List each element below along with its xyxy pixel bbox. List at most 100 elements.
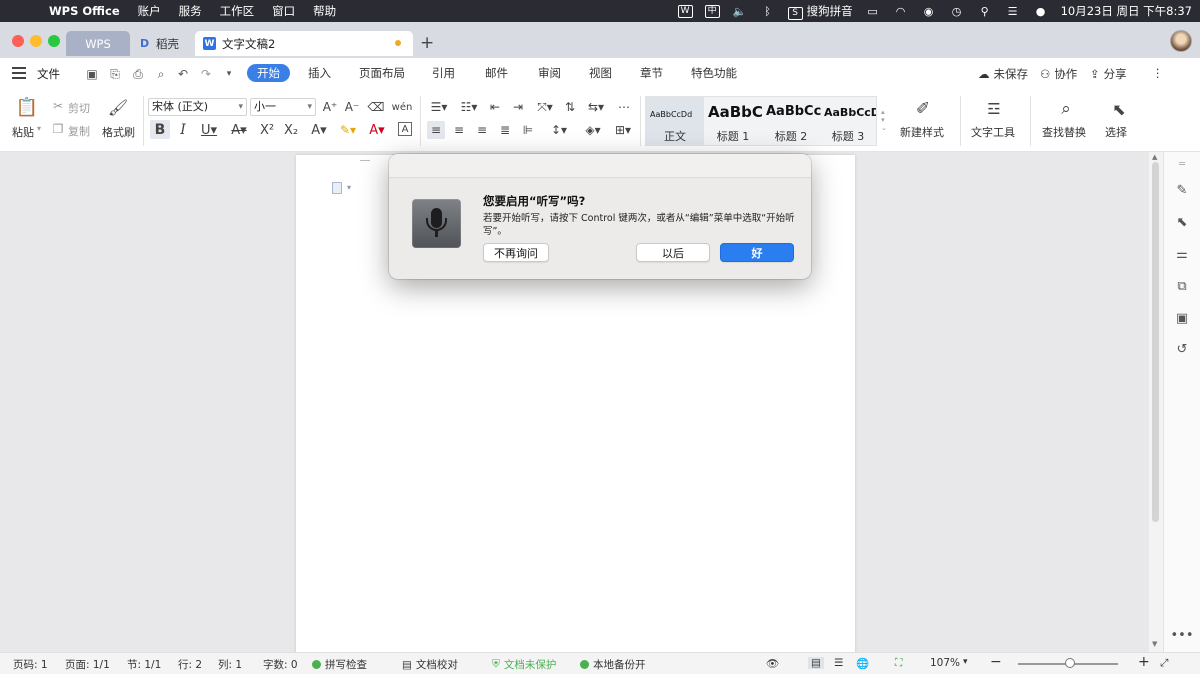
highlight-icon[interactable]: ✎▾ — [337, 121, 359, 139]
paragraph-marker-icon[interactable] — [332, 182, 342, 194]
text-tools-icon[interactable]: ☲ — [983, 98, 1005, 120]
siri-icon[interactable]: ● — [1033, 5, 1049, 18]
borders-icon[interactable]: ⊞▾ — [612, 121, 634, 139]
status-word-count[interactable]: 字数: 0 — [263, 657, 298, 672]
style-heading-1[interactable]: AaBbC 标题 1 — [704, 97, 763, 145]
collaborate-button[interactable]: ⚇ 协作 — [1040, 66, 1077, 82]
styles-scroll-icon[interactable]: ▴ ▾ ⌄ — [879, 96, 889, 144]
spell-check-toggle[interactable]: 拼写检查 — [312, 657, 367, 672]
char-border-icon[interactable]: A — [398, 122, 412, 136]
text-tools-button[interactable]: 文字工具 — [971, 124, 1015, 140]
sort-icon[interactable]: ⇅ — [562, 98, 578, 116]
style-normal[interactable]: AaBbCcDd 正文 — [646, 97, 704, 145]
cursor-select-icon[interactable]: ⬉ — [1173, 213, 1191, 231]
find-replace-icon[interactable]: ⌕ — [1055, 98, 1077, 120]
scroll-up-icon[interactable]: ▲ — [1152, 153, 1157, 161]
minimize-window-button[interactable] — [30, 35, 42, 47]
edit-pen-icon[interactable]: ✎ — [1173, 181, 1191, 199]
print-preview-icon[interactable]: ⌕ — [153, 66, 169, 82]
text-effect-icon[interactable]: A▾ — [308, 121, 330, 139]
decrease-font-icon[interactable]: A⁻ — [344, 98, 360, 116]
menu-app-name[interactable]: WPS Office — [40, 4, 129, 18]
outline-view-icon[interactable]: ☰ — [834, 657, 843, 669]
image-settings-icon[interactable]: ▣ — [1173, 309, 1191, 327]
tab-wps-home[interactable]: WPS — [66, 31, 130, 56]
line-spacing-icon[interactable]: ↕▾ — [548, 121, 570, 139]
clear-format-icon[interactable]: ⌫ — [368, 98, 385, 116]
time-machine-icon[interactable]: ◷ — [949, 5, 965, 18]
zoom-slider-handle[interactable] — [1065, 658, 1075, 668]
scroll-down-icon[interactable]: ▼ — [1152, 640, 1157, 648]
history-icon[interactable]: ↺ — [1173, 340, 1191, 358]
control-center-icon[interactable]: ☰ — [1005, 5, 1021, 18]
paragraph-direction-icon[interactable]: ⇆▾ — [585, 98, 607, 116]
datetime[interactable]: 10月23日 周日 下午8:37 — [1061, 3, 1192, 19]
zoom-out-icon[interactable]: − — [990, 654, 1002, 670]
phonetic-guide-icon[interactable]: wén — [390, 98, 414, 116]
superscript-icon[interactable]: X² — [258, 121, 276, 139]
justify-icon[interactable]: ≣ — [497, 121, 513, 139]
hamburger-menu-icon[interactable] — [12, 67, 26, 79]
copy-icon[interactable]: ❐ — [51, 122, 65, 136]
increase-indent-icon[interactable]: ⇥ — [510, 98, 526, 116]
user-icon[interactable]: ◉ — [921, 5, 937, 18]
menu-help[interactable]: 帮助 — [304, 3, 345, 19]
font-name-select[interactable]: 宋体 (正文) — [148, 98, 247, 116]
copy-button[interactable]: 复制 — [68, 123, 90, 139]
tab-document[interactable]: W 文字文稿2 — [195, 31, 413, 56]
fit-page-icon[interactable]: ⛶ — [895, 657, 902, 670]
style-heading-3[interactable]: AaBbCcD 标题 3 — [820, 97, 876, 145]
format-painter-icon[interactable]: 🖌 — [108, 96, 128, 118]
paste-button[interactable]: 粘贴 — [12, 124, 34, 140]
tab-daoke[interactable]: D 稻壳 — [132, 31, 194, 56]
menu-account[interactable]: 账户 — [129, 3, 170, 19]
avatar[interactable] — [1170, 30, 1192, 52]
ok-button[interactable]: 好 — [720, 243, 794, 262]
scrollbar-thumb[interactable] — [1152, 162, 1159, 522]
select-cursor-icon[interactable]: ⬉ — [1108, 98, 1130, 120]
export-pdf-icon[interactable]: ⎘ — [107, 66, 123, 82]
format-painter-button[interactable]: 格式刷 — [102, 124, 135, 140]
paragraph-marker-dropdown-icon[interactable]: ▾ — [347, 183, 351, 192]
status-page[interactable]: 页码: 1 — [13, 657, 48, 672]
adjust-sliders-icon[interactable]: ⚌ — [1173, 245, 1191, 263]
spotlight-search-icon[interactable]: ⚲ — [977, 5, 993, 18]
bullet-list-icon[interactable]: ☰▾ — [428, 98, 450, 116]
font-color-icon[interactable]: A▾ — [366, 121, 388, 139]
unsaved-status[interactable]: ☁ 未保存 — [978, 66, 1028, 82]
align-right-icon[interactable]: ≡ — [474, 121, 490, 139]
paste-icon[interactable]: 📋 — [15, 96, 39, 118]
close-window-button[interactable] — [12, 35, 24, 47]
italic-icon[interactable]: I — [176, 121, 190, 139]
input-method[interactable]: S 搜狗拼音 — [787, 3, 853, 20]
zoom-level[interactable]: 107% — [930, 657, 960, 669]
tab-special-features[interactable]: 特色功能 — [691, 65, 737, 81]
file-menu[interactable]: 文件 — [37, 66, 60, 82]
ime-indicator[interactable]: 中 — [704, 4, 720, 18]
status-pages[interactable]: 页面: 1/1 — [65, 657, 110, 672]
battery-icon[interactable]: ▭ — [865, 5, 881, 18]
quick-access-dropdown-icon[interactable]: ▾ — [221, 66, 237, 82]
web-view-icon[interactable]: 🌐 — [856, 657, 869, 670]
cut-button[interactable]: 剪切 — [68, 100, 90, 116]
panel-collapse-icon[interactable]: ═ — [1173, 155, 1191, 173]
select-button[interactable]: 选择 — [1105, 124, 1127, 140]
page-view-icon[interactable]: ▤ — [808, 657, 824, 669]
bluetooth-icon[interactable]: ᛒ — [760, 5, 776, 18]
save-icon[interactable]: ▣ — [84, 66, 100, 82]
decrease-indent-icon[interactable]: ⇤ — [487, 98, 503, 116]
eye-protection-icon[interactable]: 👁 — [766, 657, 779, 670]
more-options-icon[interactable]: ⋮ — [1152, 66, 1164, 80]
menu-workspace[interactable]: 工作区 — [211, 3, 264, 19]
shading-icon[interactable]: ◈▾ — [582, 121, 604, 139]
distributed-align-icon[interactable]: ⊫ — [520, 121, 536, 139]
underline-icon[interactable]: U▾ — [198, 121, 220, 139]
chinese-layout-icon[interactable]: ⤧▾ — [534, 98, 556, 116]
zoom-window-button[interactable] — [48, 35, 60, 47]
tab-chapter[interactable]: 章节 — [640, 65, 663, 81]
status-section[interactable]: 节: 1/1 — [127, 657, 161, 672]
backup-status[interactable]: 本地备份开 — [580, 657, 646, 672]
strikethrough-icon[interactable]: A▾ — [228, 121, 250, 139]
protect-status[interactable]: ⛨ 文档未保护 — [492, 657, 556, 672]
tab-mail[interactable]: 邮件 — [485, 65, 508, 81]
